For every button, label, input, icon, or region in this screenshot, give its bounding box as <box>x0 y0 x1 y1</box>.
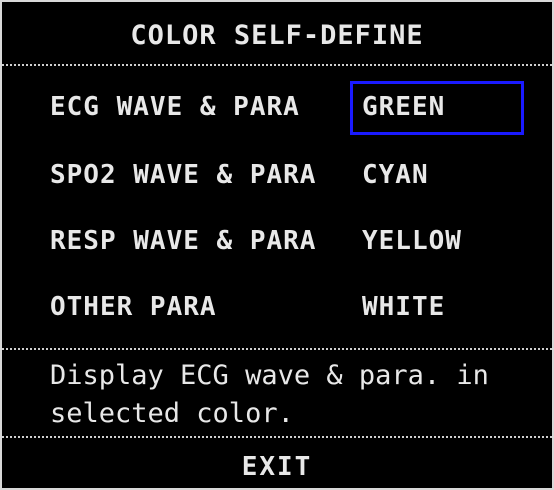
divider-top <box>2 64 552 66</box>
dialog-title: COLOR SELF-DEFINE <box>130 20 424 51</box>
color-self-define-dialog: COLOR SELF-DEFINE ECG WAVE & PARA GREEN … <box>0 0 554 490</box>
row-label-spo2: SPO2 WAVE & PARA <box>50 160 317 190</box>
divider-middle <box>2 348 552 350</box>
color-select-resp[interactable]: YELLOW <box>362 226 462 256</box>
color-select-ecg[interactable]: GREEN <box>362 92 445 122</box>
divider-bottom <box>2 436 552 438</box>
row-label-resp: RESP WAVE & PARA <box>50 226 317 256</box>
color-select-other[interactable]: WHITE <box>362 292 445 322</box>
row-label-other: OTHER PARA <box>50 292 217 322</box>
exit-button[interactable]: EXIT <box>2 452 552 482</box>
row-label-ecg: ECG WAVE & PARA <box>50 92 300 122</box>
help-text: Display ECG wave & para. in selected col… <box>50 360 489 429</box>
color-select-spo2[interactable]: CYAN <box>362 160 429 190</box>
